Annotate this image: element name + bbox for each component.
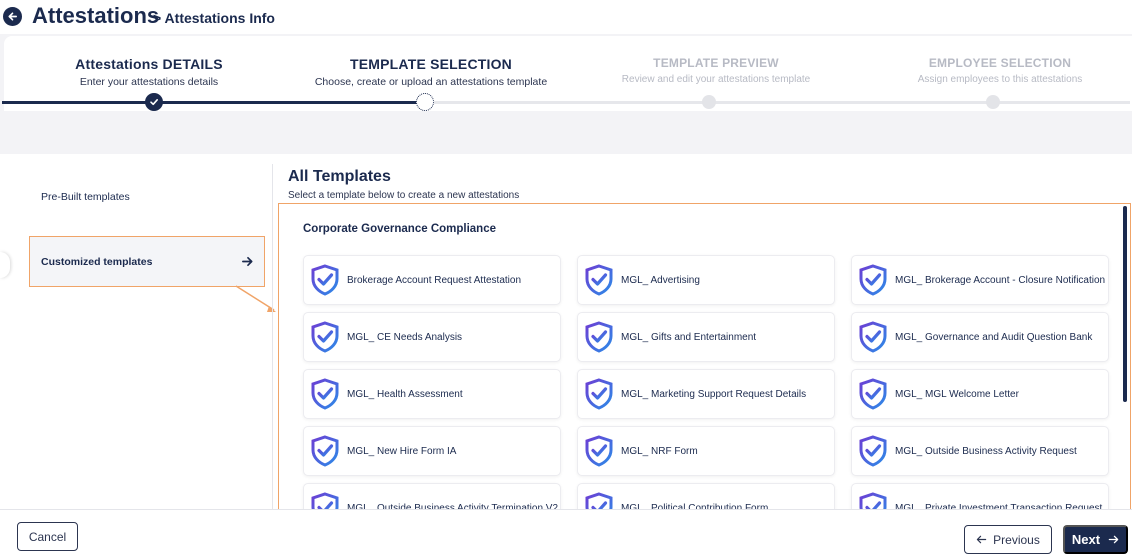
template-group-title: Corporate Governance Compliance [303,223,496,235]
template-name: MGL_ Advertising [621,274,700,286]
template-name: MGL_ Marketing Support Request Details [621,388,807,400]
template-card[interactable]: MGL_ Outside Business Activity Request [851,426,1109,476]
shield-check-icon [311,264,339,296]
template-card[interactable]: Brokerage Account Request Attestation [303,255,561,305]
template-name: MGL_ Outside Business Activity Request [895,445,1077,457]
shield-check-icon [311,435,339,467]
main-content: Pre-Built templates Customized templates… [0,154,1132,519]
template-name: MGL_ Gifts and Entertainment [621,331,757,343]
next-label: Next [1071,532,1101,547]
template-name: MGL_ NRF Form [621,445,698,457]
template-name: MGL_ Health Assessment [347,388,463,400]
arrow-left-icon [976,535,987,544]
template-name: MGL_ Brokerage Account - Closure Notific… [895,274,1106,286]
sidebar-item-label: Customized templates [41,255,153,268]
template-card[interactable]: MGL_ New Hire Form IA [303,426,561,476]
shield-check-icon [585,321,613,353]
step-template-selection: TEMPLATE SELECTION Choose, create or upl… [300,56,562,88]
step-subtitle: Enter your attestations details [79,76,219,88]
page-title: Attestations [32,3,160,28]
template-card[interactable]: MGL_ Gifts and Entertainment [577,312,835,362]
template-card[interactable]: MGL_ Brokerage Account - Closure Notific… [851,255,1109,305]
shield-check-icon [859,378,887,410]
shield-check-icon [585,264,613,296]
step-title: TEMPLATE SELECTION [349,56,512,72]
cancel-button[interactable]: Cancel [17,522,78,551]
template-card[interactable]: MGL_ Marketing Support Request Details [577,369,835,419]
shield-check-icon [311,321,339,353]
step-title: EMPLOYEE SELECTION [928,56,1072,70]
shield-check-icon [311,378,339,410]
shield-check-icon [859,321,887,353]
breadcrumb: > Attestations Info [153,10,275,26]
shield-check-icon [859,264,887,296]
step-employee-selection: EMPLOYEE SELECTION Assign employees to t… [902,56,1098,85]
template-card[interactable]: MGL_ NRF Form [577,426,835,476]
checkmark-icon [145,93,163,111]
template-card[interactable]: MGL_ Health Assessment [303,369,561,419]
section-subtitle: Select a template below to create a new … [288,190,520,201]
stepper-card: Attestations DETAILS Enter your attestat… [4,36,1132,111]
sidebar-item-prebuilt-templates[interactable]: Pre-Built templates [41,191,130,203]
pending-step-node [702,95,716,109]
template-name: MGL_ Governance and Audit Question Bank [895,331,1093,343]
shield-check-icon [585,435,613,467]
previous-button[interactable]: Previous [964,525,1052,554]
template-name: Brokerage Account Request Attestation [347,274,521,286]
template-name: MGL_ CE Needs Analysis [347,331,463,343]
template-card[interactable]: MGL_ Governance and Audit Question Bank [851,312,1109,362]
stepper: Attestations DETAILS Enter your attestat… [0,34,1132,154]
back-arrow-icon[interactable] [3,7,22,26]
sidebar-item-customized-templates[interactable]: Customized templates [29,236,265,287]
template-card[interactable]: MGL_ CE Needs Analysis [303,312,561,362]
template-card[interactable]: MGL_ MGL Welcome Letter [851,369,1109,419]
top-bar: Attestations > Attestations Info [0,0,1132,34]
templates-panel: Corporate Governance Compliance Brokerag… [278,203,1131,519]
footer: Cancel Previous Next [0,509,1132,559]
step-subtitle: Review and edit your attestations templa… [621,74,811,85]
current-step-node [416,93,434,111]
shield-check-icon [859,435,887,467]
arrow-right-icon [242,256,253,267]
section-title: All Templates [288,168,391,185]
arrow-right-icon [1108,535,1119,544]
step-title: Attestations DETAILS [75,56,223,72]
shield-check-icon [585,378,613,410]
step-subtitle: Assign employees to this attestations [917,74,1083,85]
step-template-preview: TEMPLATE PREVIEW Review and edit your at… [604,56,828,85]
divider [272,164,273,509]
step-subtitle: Choose, create or upload an attestations… [314,76,548,88]
previous-label: Previous [993,532,1040,547]
sidebar-toggle-handle[interactable] [0,252,10,278]
progress-track-complete [2,101,424,104]
template-name: MGL_ MGL Welcome Letter [895,388,1019,400]
step-title: TEMPLATE PREVIEW [653,56,779,70]
pending-step-node [986,95,1000,109]
next-button[interactable]: Next [1063,525,1128,554]
step-attestations-details: Attestations DETAILS Enter your attestat… [64,56,234,88]
progress-track-remaining [424,101,1130,104]
template-name: MGL_ New Hire Form IA [347,445,457,457]
scrollbar[interactable] [1123,206,1127,402]
template-card[interactable]: MGL_ Advertising [577,255,835,305]
